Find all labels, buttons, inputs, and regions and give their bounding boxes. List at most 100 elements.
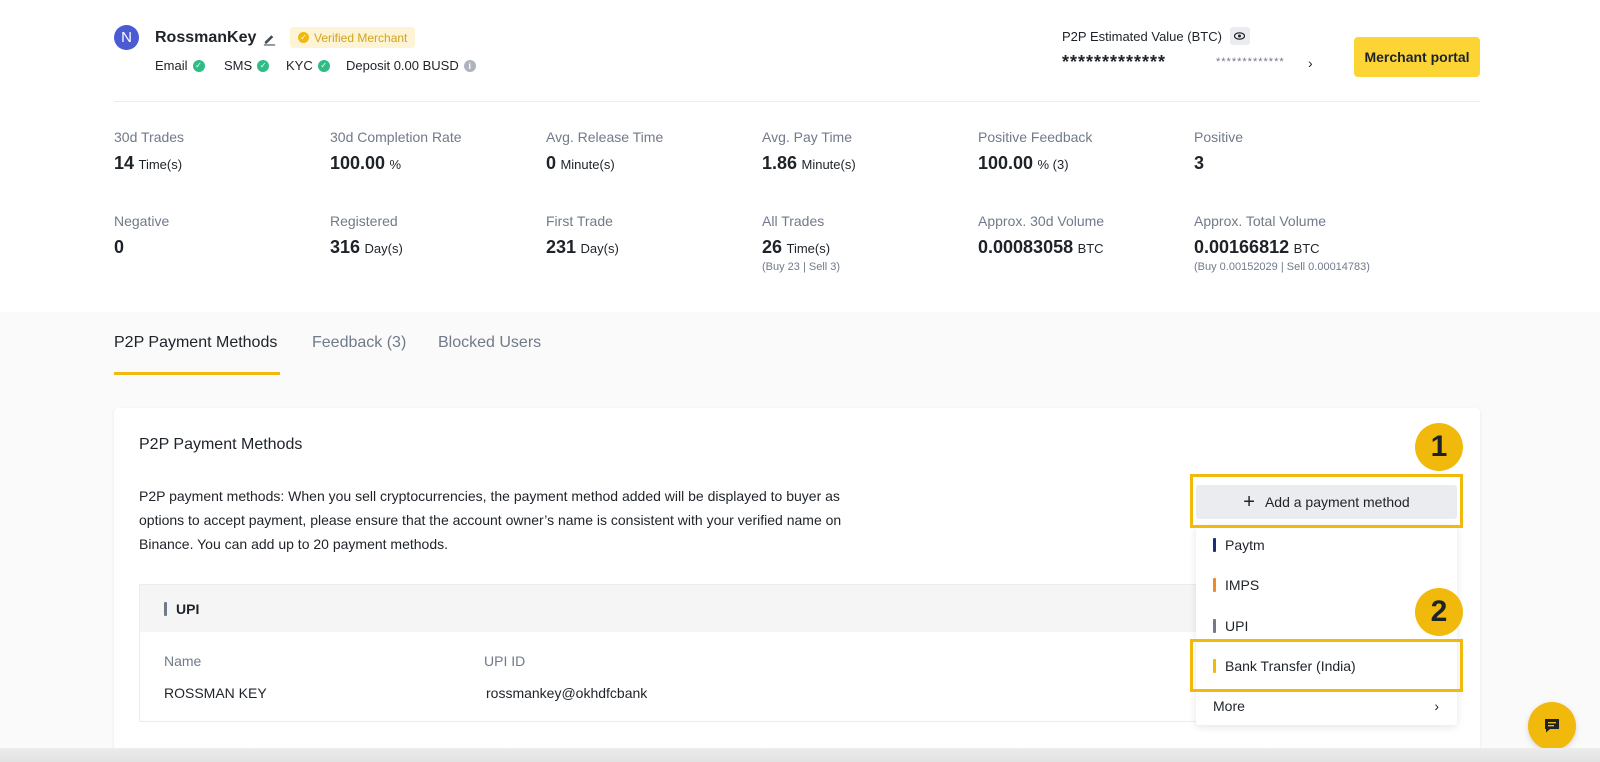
method-color-bar [1213,578,1216,592]
step-2-marker: 2 [1415,588,1463,636]
stat-value: 100.00 [330,153,386,173]
estimated-value-secondary: ************* [1216,56,1285,68]
stat-label: All Trades [762,213,825,229]
menu-item-label: Paytm [1225,537,1265,553]
active-tab-indicator [114,372,280,375]
method-color-bar [1213,619,1216,633]
email-label: Email [155,58,188,73]
estimated-value-text: P2P Estimated Value (BTC) [1062,28,1222,44]
tab-feedback[interactable]: Feedback (3) [312,334,406,352]
method-color-bar [1213,538,1216,552]
stat-sub: (Buy 0.00152029 | Sell 0.00014783) [1194,261,1370,273]
stat-value: 0 [546,153,557,173]
menu-item-imps[interactable]: IMPS [1213,577,1259,593]
stat-total-volume: Approx. Total Volume 0.00166812 BTC (Buy… [1194,213,1370,273]
stat-all-trades: All Trades 26 Time(s) (Buy 23 | Sell 3) [762,213,840,273]
info-icon[interactable]: i [463,59,476,72]
kyc-label: KYC [286,58,313,73]
card-description: P2P payment methods: When you sell crypt… [139,488,842,552]
method-color-bar [164,602,167,616]
upi-method-header [140,585,1218,632]
stat-label: 30d Trades [114,129,185,145]
upi-id-label: UPI ID [484,653,526,669]
stat-label: Negative [114,213,170,229]
stat-first-trade: First Trade 231 Day(s) [546,213,619,258]
stat-value: 0.00083058 [978,237,1074,257]
name-value: ROSSMAN KEY [164,685,267,701]
stat-label: Avg. Release Time [546,129,664,145]
stat-unit: Minute(s) [560,157,615,172]
email-verification: Email ✓ [155,58,205,73]
upi-method-title: UPI [164,601,199,617]
name-label: Name [164,653,202,669]
stat-label: Approx. 30d Volume [978,213,1105,229]
menu-item-label: UPI [1225,618,1249,634]
stat-unit: BTC [1293,241,1320,256]
stat-value: 14 [114,153,135,173]
stat-value: 231 [546,237,577,257]
check-icon: ✓ [192,59,205,72]
stat-value: 100.00 [978,153,1034,173]
tab-payment-methods[interactable]: P2P Payment Methods [114,334,277,352]
stat-label: Approx. Total Volume [1194,213,1327,229]
verified-check-icon: ✓ [298,32,309,43]
stat-label: Registered [330,213,398,229]
stat-unit: Day(s) [364,241,403,256]
tab-blocked-users[interactable]: Blocked Users [438,334,541,352]
step-2-highlight [1190,639,1463,692]
card-title: P2P Payment Methods [139,436,303,453]
step-1-highlight [1190,474,1463,528]
sms-verification: SMS ✓ [224,58,270,73]
stat-value: 0 [114,237,125,257]
stat-unit: Minute(s) [801,157,856,172]
stat-sub: (Buy 23 | Sell 3) [762,261,841,273]
menu-item-label: IMPS [1225,577,1260,593]
stat-unit: Time(s) [786,241,831,256]
deposit-info: Deposit 0.00 BUSD i [346,58,476,73]
eye-icon[interactable] [1229,27,1250,45]
chevron-right-icon[interactable]: › [1308,55,1313,71]
stat-value: 3 [1194,153,1205,173]
menu-item-paytm[interactable]: Paytm [1213,537,1265,553]
stat-avg-release: Avg. Release Time 0 Minute(s) [546,129,663,174]
estimated-value-label: P2P Estimated Value (BTC) [1062,27,1250,45]
stat-value: 26 [762,237,783,257]
stat-value: 316 [330,237,361,257]
upi-id-value: rossmankey@okhdfcbank [486,685,648,701]
stat-30d-volume: Approx. 30d Volume 0.00083058 BTC [978,213,1104,258]
chevron-right-icon: › [1434,698,1439,714]
menu-item-upi[interactable]: UPI [1213,618,1248,634]
stat-value: 1.86 [762,153,798,173]
username: RossmanKey [155,29,257,46]
stat-label: Positive [1194,129,1244,145]
stat-positive-feedback: Positive Feedback 100.00 % (3) [978,129,1092,174]
more-label: More [1213,698,1245,714]
stat-unit: % (3) [1037,157,1069,172]
chat-icon[interactable] [1528,702,1576,750]
stat-avg-pay: Avg. Pay Time 1.86 Minute(s) [762,129,856,174]
stat-positive: Positive 3 [1194,129,1243,174]
check-icon: ✓ [317,59,330,72]
stat-label: First Trade [546,213,613,229]
step-1-marker: 1 [1415,423,1463,471]
stat-label: Avg. Pay Time [762,129,853,145]
stat-registered: Registered 316 Day(s) [330,213,403,258]
edit-icon[interactable] [262,31,277,46]
menu-item-more[interactable]: More › [1213,698,1439,714]
stat-completion-rate: 30d Completion Rate 100.00 % [330,129,462,174]
stat-negative: Negative 0 [114,213,169,258]
stat-30d-trades: 30d Trades 14 Time(s) [114,129,184,174]
avatar: N [114,25,139,50]
stat-label: 30d Completion Rate [330,129,462,145]
badge-label: Verified Merchant [314,30,408,45]
merchant-portal-button[interactable]: Merchant portal [1354,37,1480,77]
estimated-value-masked: ************* [1062,52,1167,72]
stat-unit: Time(s) [138,157,183,172]
stat-unit: BTC [1077,241,1104,256]
check-icon: ✓ [257,59,270,72]
sms-label: SMS [224,58,253,73]
kyc-verification: KYC ✓ [286,58,330,73]
stat-unit: Day(s) [580,241,619,256]
stat-value: 0.00166812 [1194,237,1290,257]
header-divider [114,101,1480,102]
